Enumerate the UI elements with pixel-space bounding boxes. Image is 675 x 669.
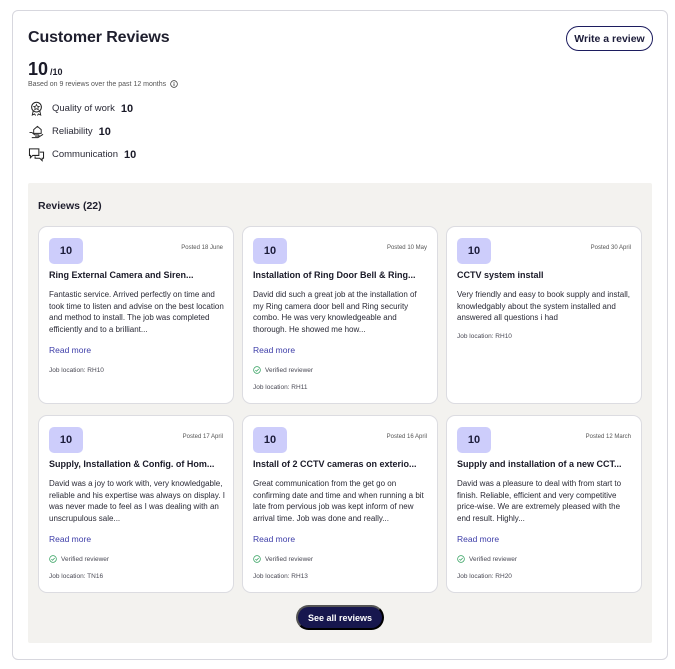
info-icon[interactable] [170,80,178,88]
check-circle-icon [253,555,261,563]
review-title: CCTV system install [457,270,544,280]
review-score-badge: 10 [49,238,83,264]
review-score-badge: 10 [49,427,83,453]
metric-label: Communication [52,149,118,160]
review-title: Ring External Camera and Siren... [49,270,194,280]
job-location: Job location: RH11 [253,384,308,391]
overall-score-value: 10 [28,59,49,79]
metric-value: 10 [98,125,111,138]
verified-label: Verified reviewer [61,555,110,563]
review-card: 10 Posted 30 April CCTV system install V… [446,226,642,404]
hand-house-icon [29,125,44,139]
review-title: Installation of Ring Door Bell & Ring... [253,270,416,280]
reviews-section: Reviews (22) 10 Posted 18 June Ring Exte… [28,183,652,643]
review-body: David was a pleasure to deal with from s… [457,479,622,523]
award-badge-icon [31,101,42,116]
review-posted-date: Posted 16 April [386,434,427,440]
review-posted-date: Posted 18 June [181,245,223,251]
review-title: Supply and installation of a new CCT... [457,459,622,469]
chat-bubbles-icon [28,148,45,162]
metric-value: 10 [120,102,134,115]
review-score-badge: 10 [457,238,491,264]
metric-label: Reliability [52,126,93,137]
review-card: 10 Posted 10 May Installation of Ring Do… [242,226,438,404]
review-body: Great communication from the get go on c… [253,479,424,523]
review-card: 10 Posted 12 March Supply and installati… [446,415,642,593]
overall-score-denominator: /10 [50,67,63,77]
metric-communication: Communication 10 [28,147,136,162]
verified-reviewer: Verified reviewer [253,555,313,563]
check-circle-icon [457,555,465,563]
verified-reviewer: Verified reviewer [457,555,517,563]
review-score-badge: 10 [253,238,287,264]
review-score-badge: 10 [253,427,287,453]
section-title: Customer Reviews [28,29,170,46]
review-score-badge: 10 [457,427,491,453]
review-card: 10 Posted 18 June Ring External Camera a… [38,226,234,404]
reviews-heading: Reviews (22) [38,200,102,212]
read-more-link[interactable]: Read more [253,345,295,355]
verified-reviewer: Verified reviewer [253,366,313,374]
review-body: Very friendly and easy to book supply an… [457,290,630,322]
check-circle-icon [253,366,261,374]
read-more-link[interactable]: Read more [49,345,91,355]
review-body: David was a joy to work with, very knowl… [49,479,225,523]
metric-quality-of-work: Quality of work 10 [28,101,133,116]
metric-reliability: Reliability 10 [28,124,111,139]
verified-label: Verified reviewer [265,366,314,374]
metric-value: 10 [124,148,137,161]
review-posted-date: Posted 30 April [590,245,631,251]
based-on-note: Based on 9 reviews over the past 12 mont… [28,80,178,88]
metric-label: Quality of work [52,103,115,114]
based-on-text: Based on 9 reviews over the past 12 mont… [28,80,167,88]
verified-label: Verified reviewer [265,555,314,563]
job-location: Job location: RH20 [457,573,512,580]
job-location: Job location: TN16 [49,573,104,580]
see-all-reviews-button[interactable]: See all reviews [296,605,384,630]
job-location: Job location: RH10 [457,333,512,340]
job-location: Job location: RH10 [49,367,104,374]
review-posted-date: Posted 17 April [182,434,223,440]
review-body: David did such a great job at the instal… [253,290,417,334]
read-more-link[interactable]: Read more [457,534,499,544]
customer-reviews-panel: Customer Reviews Write a review 10 /10 B… [12,10,668,660]
review-title: Install of 2 CCTV cameras on exterio... [253,459,417,469]
verified-reviewer: Verified reviewer [49,555,109,563]
review-posted-date: Posted 12 March [585,434,631,440]
check-circle-icon [49,555,57,563]
overall-score: 10 /10 [28,59,63,80]
verified-label: Verified reviewer [469,555,518,563]
review-title: Supply, Installation & Config. of Hom... [49,459,215,469]
review-card: 10 Posted 16 April Install of 2 CCTV cam… [242,415,438,593]
review-card: 10 Posted 17 April Supply, Installation … [38,415,234,593]
write-review-button[interactable]: Write a review [566,26,653,51]
read-more-link[interactable]: Read more [49,534,91,544]
job-location: Job location: RH13 [253,573,308,580]
review-posted-date: Posted 10 May [386,245,427,251]
review-body: Fantastic service. Arrived perfectly on … [49,290,224,334]
read-more-link[interactable]: Read more [253,534,295,544]
